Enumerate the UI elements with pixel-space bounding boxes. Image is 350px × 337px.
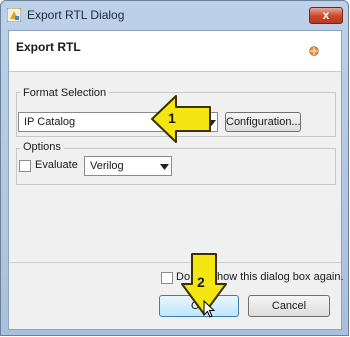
cancel-button[interactable]: Cancel: [248, 295, 330, 317]
language-dropdown-value: Verilog: [90, 160, 124, 172]
configuration-button[interactable]: Configuration...: [225, 112, 301, 132]
format-selection-label: Format Selection: [20, 87, 110, 99]
language-dropdown[interactable]: Verilog: [84, 156, 172, 176]
dialog-heading: Export RTL: [16, 40, 81, 54]
window-title: Export RTL Dialog: [27, 8, 125, 22]
mouse-cursor-icon: [203, 300, 215, 318]
step-1-number: 1: [168, 110, 176, 126]
step-2-number: 2: [197, 274, 205, 290]
step-1-arrow-icon: [151, 95, 211, 143]
help-icon[interactable]: [309, 46, 319, 56]
close-button[interactable]: x: [309, 7, 343, 24]
app-icon: [7, 8, 21, 22]
dont-show-checkbox[interactable]: [161, 272, 173, 284]
footer-divider: [9, 262, 341, 263]
options-label: Options: [20, 141, 64, 153]
format-dropdown-value: IP Catalog: [24, 116, 76, 128]
evaluate-checkbox[interactable]: [19, 160, 31, 172]
chevron-down-icon[interactable]: [160, 164, 169, 170]
evaluate-label: Evaluate: [35, 159, 78, 171]
